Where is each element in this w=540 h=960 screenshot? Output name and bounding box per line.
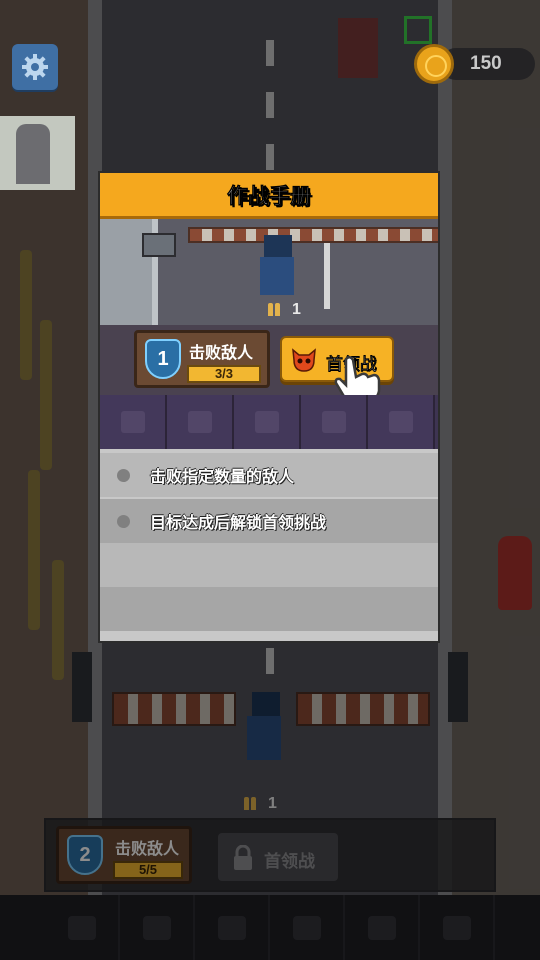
settings-button[interactable]: [12, 44, 58, 90]
home-icon: [321, 411, 346, 433]
preview-sign: [142, 233, 176, 257]
rule-text: 目标达成后解锁首领挑战: [150, 515, 327, 532]
list-item-empty: [100, 587, 438, 631]
preview-tab: [368, 395, 435, 449]
skull-icon: [187, 411, 212, 433]
preview-ammo-count: 1: [292, 301, 301, 318]
preview-task-title: 击败敌人: [189, 345, 254, 362]
preview-task-progress: 3/3: [187, 365, 261, 383]
preview-soldier: [260, 257, 294, 295]
bullet-dot: [117, 514, 130, 528]
coin-amount: 150: [470, 53, 502, 74]
gun-icon: [254, 411, 279, 433]
list-item: 目标达成后解锁首领挑战: [100, 499, 438, 543]
character-portrait[interactable]: [0, 116, 75, 190]
character-figure: [16, 124, 50, 184]
list-item-empty: [100, 543, 438, 587]
dialog-title: 作战手册: [227, 184, 312, 208]
bullet-icon: [268, 303, 273, 316]
upgrade-icon: [388, 411, 413, 433]
bullet-icon: [275, 303, 280, 316]
preview-tab: [301, 395, 368, 449]
gear-icon: [22, 54, 48, 80]
preview-soldier-head: [264, 235, 292, 259]
preview-task-level: 1: [157, 347, 169, 370]
battle-manual-dialog: 作战手册 1 1 击败敌人 3/3 首领战: [98, 171, 440, 643]
dialog-header: 作战手册: [100, 173, 438, 219]
tutorial-preview: 1 1 击败敌人 3/3 首领战: [100, 219, 438, 449]
rule-text: 击败指定数量的敌人: [150, 469, 295, 486]
preview-task-card: 1 击败敌人 3/3: [134, 330, 270, 388]
trophy-icon: [120, 411, 145, 433]
list-item: 击败指定数量的敌人: [100, 453, 438, 497]
preview-tab: [100, 395, 167, 449]
preview-tab-strip: [100, 395, 438, 449]
demon-skull-icon: [292, 348, 316, 372]
preview-tab: [167, 395, 234, 449]
preview-barrier: [188, 227, 438, 243]
bullet-dot: [117, 468, 130, 482]
preview-lane-marking: [324, 239, 330, 309]
level-shield-icon: 1: [145, 339, 181, 379]
preview-tab: [234, 395, 301, 449]
coin-icon: [414, 44, 454, 84]
